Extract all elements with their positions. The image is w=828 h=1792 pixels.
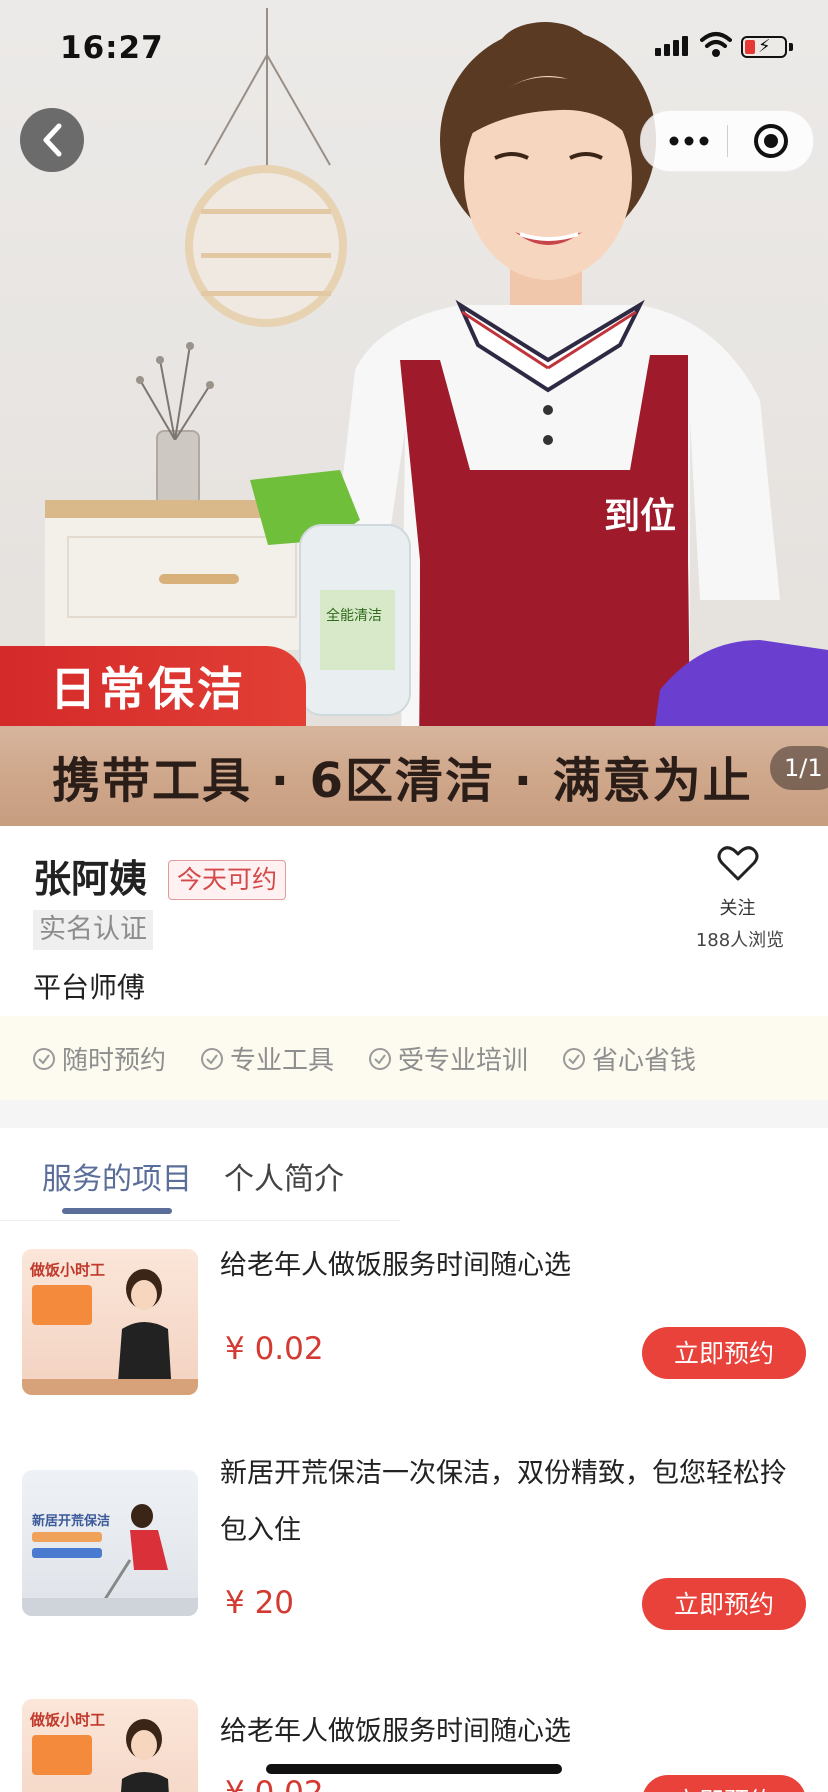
category-tag: 日常保洁 bbox=[0, 646, 306, 726]
back-button[interactable] bbox=[20, 108, 84, 172]
availability-badge: 今天可约 bbox=[168, 860, 287, 900]
feature-label: 随时预约 bbox=[62, 1046, 167, 1076]
check-circle-icon bbox=[563, 1047, 585, 1070]
service-thumbnail: 新居开荒保洁 bbox=[22, 1470, 198, 1616]
feature-item: 省心省钱 bbox=[562, 1040, 696, 1077]
promo-banner-text: 携带工具 · 6区清洁 · 满意为止 bbox=[52, 753, 753, 809]
follow-button[interactable]: 关注 bbox=[690, 846, 785, 920]
miniprogram-capsule bbox=[640, 110, 814, 172]
service-thumbnail: 做饭小时工 bbox=[22, 1249, 198, 1395]
book-now-button[interactable]: 立即预约 bbox=[642, 1578, 806, 1630]
service-item[interactable]: 做饭小时工 给老年人做饭服务时间随心选 ¥ 0.02 立即预约 bbox=[0, 1221, 828, 1439]
service-price: ¥ 20 bbox=[225, 1585, 295, 1621]
tab-bar: 服务的项目 个人简介 bbox=[0, 1128, 828, 1220]
profile-section: 张阿姨 今天可约 实名认证 平台师傅 关注 188人浏览 bbox=[0, 826, 828, 1016]
feature-label: 省心省钱 bbox=[592, 1046, 697, 1076]
apron-logo: 到位 bbox=[604, 496, 676, 537]
target-circle-icon bbox=[754, 124, 788, 158]
check-circle-icon bbox=[201, 1047, 223, 1070]
more-dots-icon bbox=[669, 136, 709, 146]
service-price: ¥ 0.02 bbox=[225, 1775, 324, 1792]
tab-services[interactable]: 服务的项目 bbox=[42, 1154, 192, 1198]
more-button[interactable] bbox=[661, 111, 717, 171]
status-time: 16:27 bbox=[60, 30, 164, 66]
cellular-signal-icon bbox=[655, 36, 691, 56]
feature-label: 专业工具 bbox=[230, 1046, 335, 1076]
feature-label: 受专业培训 bbox=[398, 1046, 529, 1076]
feature-item: 专业工具 bbox=[200, 1040, 334, 1077]
service-title: 给老年人做饭服务时间随心选 bbox=[220, 1250, 571, 1281]
service-price: ¥ 0.02 bbox=[225, 1331, 324, 1367]
worker-name: 张阿姨 bbox=[33, 857, 148, 901]
check-circle-icon bbox=[33, 1047, 55, 1070]
tab-profile-intro[interactable]: 个人简介 bbox=[224, 1154, 344, 1198]
image-pager: 1/1 bbox=[770, 746, 828, 790]
book-now-button[interactable]: 立即预约 bbox=[642, 1327, 806, 1379]
service-title: 给老年人做饭服务时间随心选 bbox=[220, 1716, 571, 1747]
tab-indicator bbox=[62, 1208, 172, 1214]
feature-item: 受专业培训 bbox=[368, 1040, 528, 1077]
bottle-label: 全能清洁 bbox=[326, 607, 382, 624]
worker-role: 平台师傅 bbox=[33, 971, 146, 1004]
follow-label: 关注 bbox=[719, 898, 756, 919]
verification-badge: 实名认证 bbox=[33, 910, 153, 950]
service-title: 新居开荒保洁一次保洁，双份精致，包您轻松拎包入住 bbox=[220, 1458, 787, 1546]
view-count: 188人浏览 bbox=[695, 930, 785, 951]
close-miniprogram-button[interactable] bbox=[741, 111, 801, 171]
promo-banner: 携带工具 · 6区清洁 · 满意为止 bbox=[0, 726, 828, 826]
category-tag-label: 日常保洁 bbox=[50, 662, 246, 716]
battery-icon: ⚡ bbox=[741, 36, 787, 58]
book-now-button[interactable]: 立即预约 bbox=[642, 1775, 806, 1792]
home-indicator bbox=[266, 1764, 562, 1774]
features-strip: 随时预约 专业工具 受专业培训 省心省钱 bbox=[0, 1016, 828, 1100]
service-item[interactable]: 做饭小时工 给老年人做饭服务时间随心选 ¥ 0.02 立即预约 bbox=[0, 1699, 828, 1792]
hero-image: 到位 全能清洁 16:27 ⚡ 日常保洁 携带工具 · 6区清洁 · 满意为止 … bbox=[0, 0, 828, 826]
service-item[interactable]: 新居开荒保洁 新居开荒保洁一次保洁，双份精致，包您轻松拎包入住 ¥ 20 立即预… bbox=[0, 1439, 828, 1699]
chevron-left-icon bbox=[43, 123, 62, 157]
check-circle-icon bbox=[369, 1047, 391, 1070]
service-thumbnail: 做饭小时工 bbox=[22, 1699, 198, 1792]
wifi-icon bbox=[700, 32, 732, 57]
status-bar: 16:27 ⚡ bbox=[0, 0, 828, 100]
feature-item: 随时预约 bbox=[32, 1040, 166, 1077]
heart-icon bbox=[717, 846, 758, 881]
